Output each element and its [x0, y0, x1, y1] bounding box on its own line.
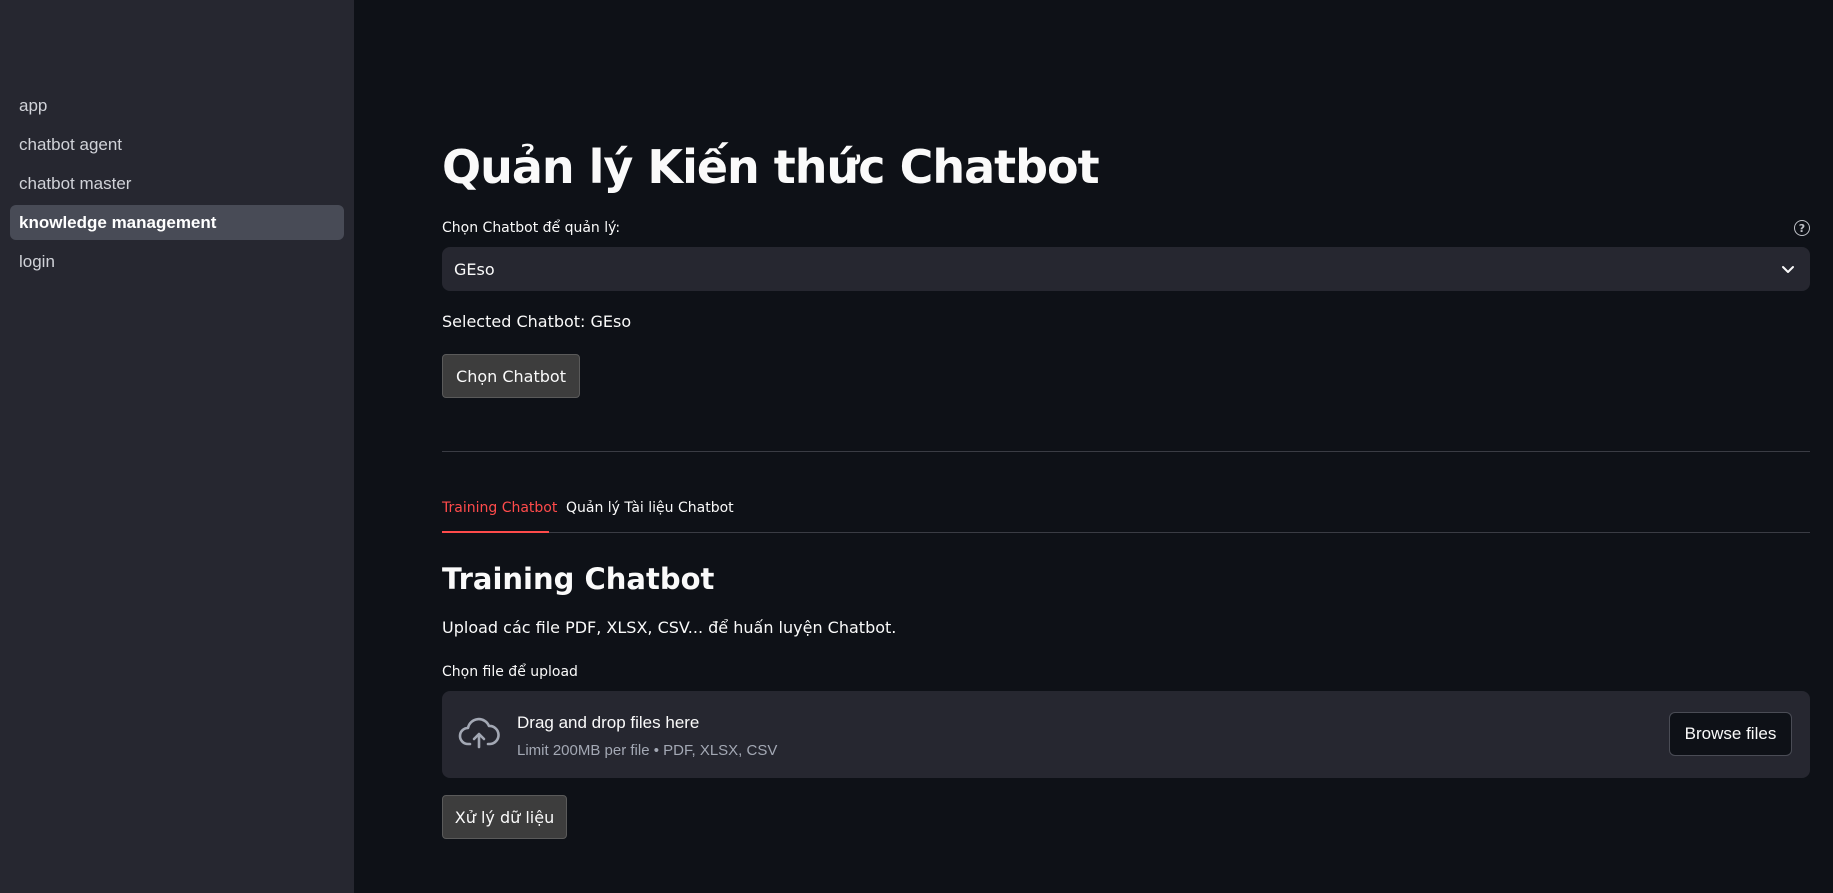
browse-files-button[interactable]: Browse files — [1669, 712, 1792, 756]
chatbot-select-value: GEso — [454, 259, 495, 279]
sidebar-item-chatbot-master[interactable]: chatbot master — [10, 166, 344, 201]
sidebar: app chatbot agent chatbot master knowled… — [0, 0, 354, 893]
section-title: Training Chatbot — [442, 562, 715, 596]
dropzone-title: Drag and drop files here — [517, 713, 700, 732]
chevron-down-icon — [1782, 266, 1794, 273]
sidebar-item-login[interactable]: login — [10, 244, 344, 279]
choose-chatbot-button[interactable]: Chọn Chatbot — [442, 354, 580, 398]
main-content: Quản lý Kiến thức Chatbot Chọn Chatbot đ… — [442, 0, 1810, 893]
dropzone-limit-text: Limit 200MB per file • PDF, XLSX, CSV — [517, 742, 778, 759]
sidebar-item-knowledge-management[interactable]: knowledge management — [10, 205, 344, 240]
sidebar-item-app[interactable]: app — [10, 88, 344, 123]
tab-training-chatbot[interactable]: Training Chatbot — [442, 500, 557, 516]
sidebar-item-chatbot-agent[interactable]: chatbot agent — [10, 127, 344, 162]
selected-chatbot-text: Selected Chatbot: GEso — [442, 312, 632, 331]
chatbot-select[interactable]: GEso — [442, 247, 1810, 291]
tab-document-management[interactable]: Quản lý Tài liệu Chatbot — [566, 500, 734, 516]
upload-label: Chọn file để upload — [442, 664, 578, 680]
divider — [442, 451, 1810, 452]
chatbot-select-label: Chọn Chatbot để quản lý: — [442, 220, 621, 236]
cloud-upload-icon — [458, 717, 500, 749]
file-dropzone[interactable]: Drag and drop files here Limit 200MB per… — [442, 691, 1810, 778]
active-tab-indicator — [442, 531, 549, 533]
question-circle-icon[interactable]: ? — [1794, 220, 1810, 236]
page-title: Quản lý Kiến thức Chatbot — [442, 140, 1100, 194]
tab-bar: Training Chatbot Quản lý Tài liệu Chatbo… — [442, 498, 1810, 533]
process-data-button[interactable]: Xử lý dữ liệu — [442, 795, 567, 839]
section-description: Upload các file PDF, XLSX, CSV... để huấ… — [442, 618, 897, 637]
